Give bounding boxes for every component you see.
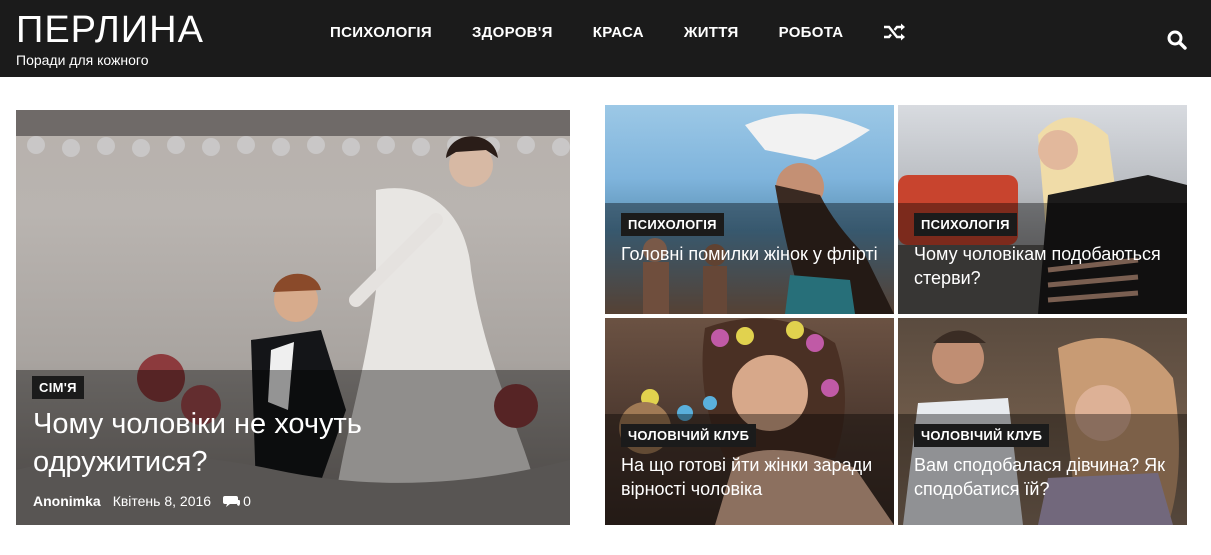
post-overlay: ЧОЛОВІЧИЙ КЛУБ На що готові йти жінки за…	[605, 414, 894, 525]
post-date: Квітень 8, 2016	[112, 493, 212, 509]
site-title[interactable]: ПЕРЛИНА	[16, 8, 204, 52]
featured-overlay: СІМ'Я Чому чоловіки не хочуть одружитися…	[16, 370, 570, 525]
featured-post[interactable]: СІМ'Я Чому чоловіки не хочуть одружитися…	[16, 110, 570, 525]
post-author[interactable]: Anonimka	[33, 493, 101, 509]
category-badge[interactable]: ЧОЛОВІЧИЙ КЛУБ	[621, 424, 757, 447]
post-card[interactable]: ЧОЛОВІЧИЙ КЛУБ Вам сподобалася дівчина? …	[898, 318, 1187, 525]
site-header: ПЕРЛИНА Поради для кожного ПСИХОЛОГІЯ ЗД…	[0, 0, 1211, 77]
category-badge[interactable]: ЧОЛОВІЧИЙ КЛУБ	[914, 424, 1050, 447]
nav-item-health[interactable]: ЗДОРОВ'Я	[452, 24, 573, 41]
featured-title[interactable]: Чому чоловіки не хочуть одружитися?	[33, 405, 433, 481]
post-title[interactable]: Чому чоловікам подобаються стерви?	[914, 242, 1171, 290]
category-badge[interactable]: ПСИХОЛОГІЯ	[621, 213, 724, 236]
nav-item-work[interactable]: РОБОТА	[759, 24, 864, 41]
site-tagline: Поради для кожного	[16, 52, 149, 68]
post-overlay: ПСИХОЛОГІЯ Чому чоловікам подобаються ст…	[898, 203, 1187, 314]
comments-icon[interactable]	[223, 495, 241, 508]
post-title[interactable]: На що готові йти жінки заради вірності ч…	[621, 453, 878, 501]
nav-item-beauty[interactable]: КРАСА	[573, 24, 664, 41]
post-overlay: ЧОЛОВІЧИЙ КЛУБ Вам сподобалася дівчина? …	[898, 414, 1187, 525]
post-card[interactable]: ПСИХОЛОГІЯ Чому чоловікам подобаються ст…	[898, 105, 1187, 314]
search-icon[interactable]	[1167, 30, 1187, 55]
category-badge[interactable]: СІМ'Я	[32, 376, 84, 399]
nav-item-psychology[interactable]: ПСИХОЛОГІЯ	[310, 24, 452, 41]
main-nav: ПСИХОЛОГІЯ ЗДОРОВ'Я КРАСА ЖИТТЯ РОБОТА	[310, 0, 925, 64]
shuffle-icon[interactable]	[863, 23, 925, 41]
site-logo[interactable]: ПЕРЛИНА Поради для кожного	[16, 8, 204, 68]
post-card[interactable]: ПСИХОЛОГІЯ Головні помилки жінок у флірт…	[605, 105, 894, 314]
post-title[interactable]: Головні помилки жінок у флірті	[621, 242, 878, 266]
nav-item-life[interactable]: ЖИТТЯ	[664, 24, 759, 41]
post-overlay: ПСИХОЛОГІЯ Головні помилки жінок у флірт…	[605, 203, 894, 314]
category-badge[interactable]: ПСИХОЛОГІЯ	[914, 213, 1017, 236]
post-card[interactable]: ЧОЛОВІЧИЙ КЛУБ На що готові йти жінки за…	[605, 318, 894, 525]
comment-count[interactable]: 0	[243, 493, 251, 509]
featured-meta: Anonimka Квітень 8, 2016 0	[33, 493, 554, 509]
post-title[interactable]: Вам сподобалася дівчина? Як сподобатися …	[914, 453, 1171, 501]
